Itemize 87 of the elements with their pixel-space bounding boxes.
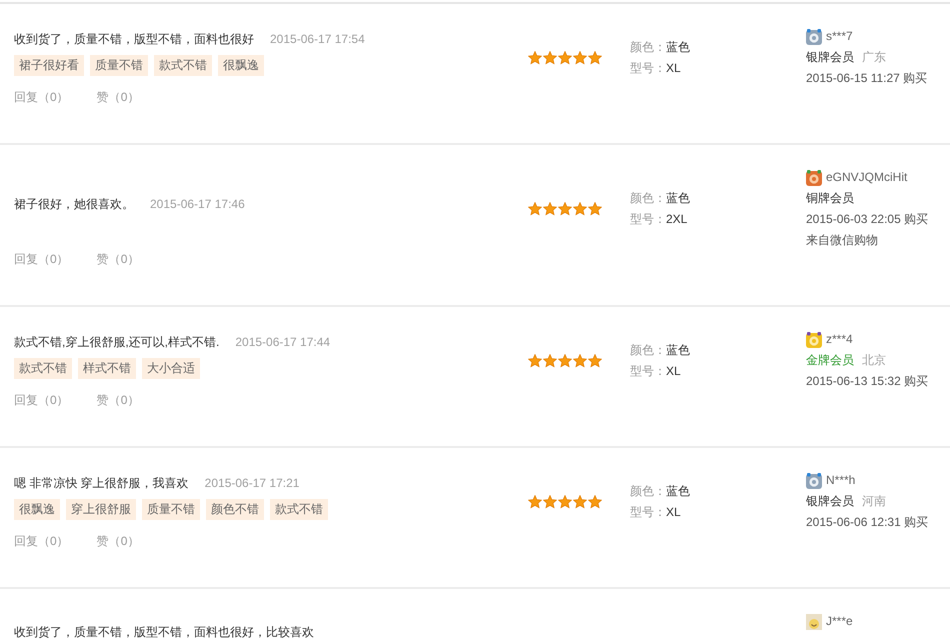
- reply-link[interactable]: 回复（0）: [14, 249, 69, 269]
- star-icon: [573, 354, 587, 368]
- member-level: 银牌会员: [806, 49, 854, 66]
- user-name[interactable]: z***4: [826, 329, 853, 350]
- spec-label: 型号：: [630, 362, 666, 380]
- spec-value: 蓝色: [666, 342, 690, 358]
- spec-label: 型号：: [630, 504, 666, 520]
- review-tag: 款式不错: [14, 358, 72, 379]
- reply-link[interactable]: 回复（0）: [14, 390, 69, 410]
- review-tag: 质量不错: [90, 55, 148, 76]
- purchase-date: 2015-06-15 11:27 购买: [806, 70, 928, 87]
- user-name[interactable]: eGNVJQMciHit: [826, 167, 908, 188]
- star-icon: [558, 494, 572, 508]
- member-level: 金牌会员: [806, 352, 854, 369]
- review-date: 2015-06-17 17:54: [270, 32, 365, 46]
- spec-label: 颜色：: [630, 342, 666, 358]
- member-badge-icon: [806, 332, 822, 348]
- star-icon: [543, 354, 557, 368]
- review-text: 款式不错,穿上很舒服,还可以,样式不错.: [14, 335, 220, 349]
- review-text: 收到货了，质量不错，版型不错，面料也很好: [14, 32, 254, 46]
- reply-link[interactable]: 回复（0）: [14, 531, 69, 551]
- star-icon: [573, 202, 587, 216]
- user-name[interactable]: s***7: [826, 26, 853, 47]
- spec-value: XL: [666, 60, 681, 76]
- star-icon: [573, 494, 587, 508]
- star-icon: [528, 354, 542, 368]
- user-name[interactable]: J***e: [826, 611, 853, 632]
- spec-value: XL: [666, 504, 681, 520]
- star-icon: [573, 50, 587, 64]
- spec-value: 蓝色: [666, 190, 690, 207]
- purchase-date: 2015-06-06 12:31 购买: [806, 514, 930, 531]
- star-icon: [588, 50, 602, 64]
- spec-value: 蓝色: [666, 482, 690, 500]
- like-link[interactable]: 赞（0）: [96, 87, 140, 107]
- spec-value: 2XL: [666, 211, 688, 228]
- star-icon: [528, 50, 542, 64]
- star-icon: [528, 494, 542, 508]
- review-date: 2015-06-17 17:44: [235, 335, 330, 349]
- star-icon: [588, 202, 602, 216]
- spec-label: 颜色：: [630, 482, 666, 500]
- review-tag: 大小合适: [142, 358, 200, 379]
- star-icon: [543, 50, 557, 64]
- member-level: 铜牌会员: [806, 190, 854, 207]
- review-tag: 穿上很舒服: [66, 499, 136, 520]
- spec-label: 型号：: [630, 60, 666, 76]
- user-name[interactable]: N***h: [826, 470, 856, 491]
- avatar-icon: [806, 614, 822, 630]
- spec-value: XL: [666, 362, 681, 380]
- review-date: 2015-06-17 17:21: [204, 476, 300, 490]
- review-tag: 颜色不错: [206, 499, 264, 520]
- star-icon: [543, 202, 557, 216]
- star-icon: [558, 50, 572, 64]
- user-location: 广东: [862, 49, 886, 66]
- member-badge-icon: [806, 28, 822, 44]
- review-text: 嗯 非常凉快 穿上很舒服，我喜欢: [14, 476, 189, 490]
- review-tag: 质量不错: [142, 499, 200, 520]
- star-icon: [528, 202, 542, 216]
- review-tag: 很飘逸: [14, 499, 60, 520]
- review-tag: 款式不错: [154, 55, 212, 76]
- star-icon: [558, 202, 572, 216]
- review-text: 裙子很好，她很喜欢。: [14, 197, 134, 211]
- like-link[interactable]: 赞（0）: [96, 249, 140, 269]
- purchase-date: 2015-06-13 15:32 购买: [806, 373, 930, 390]
- spec-value: 蓝色: [666, 38, 690, 56]
- reply-link[interactable]: 回复（0）: [14, 87, 69, 107]
- star-icon: [543, 494, 557, 508]
- star-icon: [558, 354, 572, 368]
- member-level: 银牌会员: [806, 493, 854, 510]
- user-location: 河南: [862, 493, 886, 510]
- review-tag: 样式不错: [78, 358, 136, 379]
- star-icon: [588, 494, 602, 508]
- spec-label: 颜色：: [630, 190, 666, 207]
- member-badge-icon: [806, 170, 822, 186]
- spec-label: 型号：: [630, 211, 666, 228]
- review-tag: 裙子很好看: [14, 55, 84, 76]
- member-badge-icon: [806, 472, 822, 488]
- review-tag: 款式不错: [270, 499, 328, 520]
- spec-label: 颜色：: [630, 38, 666, 56]
- star-icon: [588, 354, 602, 368]
- purchase-source: 来自微信购物: [806, 232, 879, 249]
- review-date: 2015-06-17 17:46: [150, 197, 245, 211]
- like-link[interactable]: 赞（0）: [96, 390, 140, 410]
- review-tag: 很飘逸: [218, 55, 264, 76]
- like-link[interactable]: 赞（0）: [96, 531, 140, 551]
- purchase-date: 2015-06-03 22:05 购买: [806, 211, 930, 228]
- review-text: 收到货了，质量不错，版型不错，面料也很好，比较喜欢: [14, 624, 314, 638]
- user-location: 北京: [862, 352, 886, 369]
